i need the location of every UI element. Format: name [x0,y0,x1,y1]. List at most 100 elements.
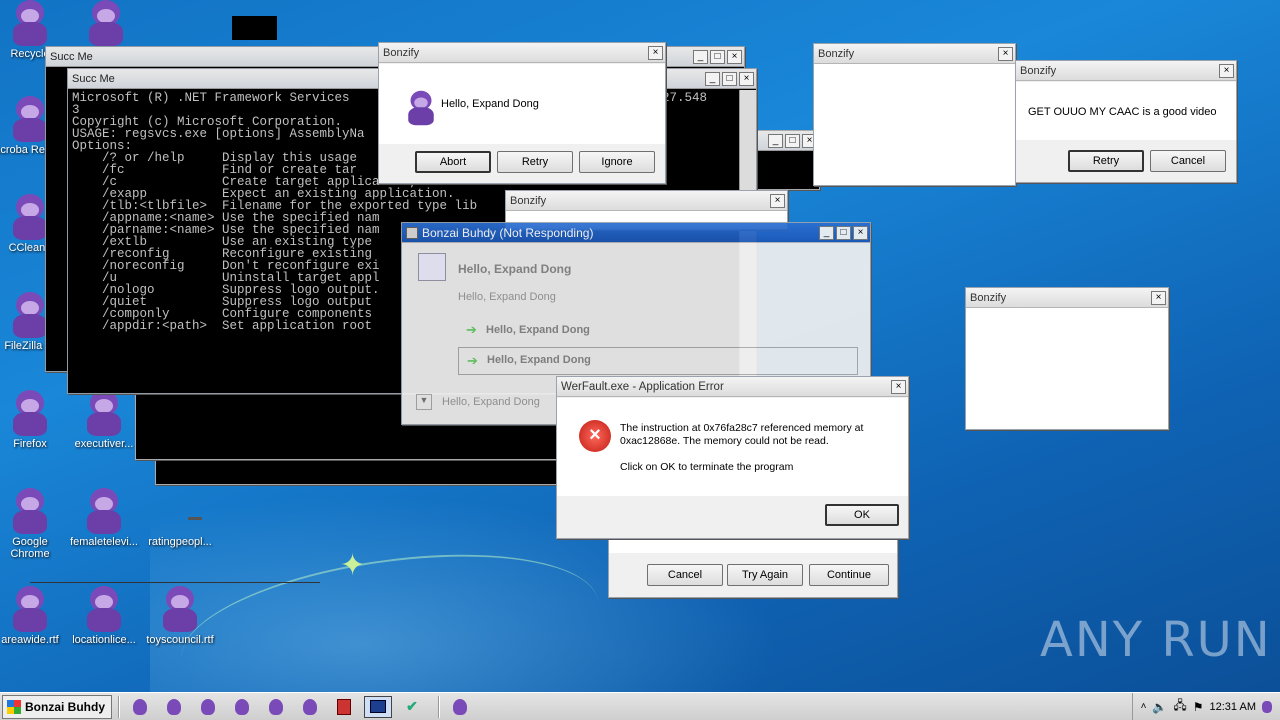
document-icon [337,698,351,715]
maximize-button[interactable]: □ [785,133,800,148]
start-button[interactable]: Bonzai Buhdy [2,694,112,719]
desktop-icon-firefox[interactable]: Firefox [0,390,68,450]
minimize-button[interactable]: _ [705,71,720,86]
cancel-button[interactable]: Cancel [647,564,723,586]
window-titlebar[interactable]: Bonzify × [506,191,787,211]
close-button[interactable]: × [1219,63,1234,78]
command-link-1[interactable]: ➔ Hello, Expand Dong [460,319,858,343]
window-big-icon [418,253,446,281]
taskbar-app-10[interactable] [446,696,474,718]
windows-flag-icon [7,699,21,714]
window-titlebar[interactable]: Bonzify × [1016,61,1236,81]
dialog-message: GET OUUO MY CAAC is a good video [1028,106,1217,118]
command-link-label: Hello, Expand Dong [487,354,591,366]
clock[interactable]: 12:31 AM [1210,701,1256,713]
start-label: Bonzai Buhdy [25,699,105,714]
taskbar-app-9[interactable]: ✔ [398,696,426,718]
taskbar-app-1[interactable] [126,696,154,718]
tray-chevron-icon[interactable]: ˄ [1141,701,1147,712]
system-tray: ˄ 🔈 🖧 ⚑ 12:31 AM [1131,693,1280,720]
chevron-down-icon: ▼ [416,394,432,410]
dialog-message: Hello, Expand Dong [441,98,539,110]
window-title: Bonzify [383,46,420,59]
gorilla-icon [10,488,50,534]
window-title: Bonzify [970,291,1007,304]
gorilla-icon[interactable] [1262,700,1272,713]
continue-button[interactable]: Continue [809,564,889,586]
try-again-button[interactable]: Try Again [727,564,803,586]
gorilla-icon [84,586,124,632]
gorilla-icon [10,586,50,632]
anyrun-watermark: ANY RUN [1040,612,1272,668]
retry-button[interactable]: Retry [497,151,573,173]
bonzify-dialog-blank-right[interactable]: Bonzify × [965,287,1169,430]
gorilla-icon [303,698,317,715]
close-button[interactable]: × [770,193,785,208]
taskbar-app-4[interactable] [228,696,256,718]
gorilla-icon [84,390,124,436]
taskbar-separator [438,695,440,718]
minimize-button[interactable]: _ [693,49,708,64]
desktop-icon-executiver[interactable]: executiver... [66,390,142,450]
desktop-icon-label: executiver... [74,438,134,450]
desktop-icon-locationlice[interactable]: locationlice... [66,586,142,646]
taskbar-app-6[interactable] [296,696,324,718]
taskbar-app-8[interactable] [364,695,392,718]
task-subtext: Hello, Expand Dong [458,291,556,303]
window-titlebar[interactable]: Bonzai Buhdy (Not Responding) _ □ × [402,223,870,243]
ignore-button[interactable]: Ignore [579,151,655,173]
abort-button[interactable]: Abort [415,151,491,173]
window-titlebar[interactable]: WerFault.exe - Application Error × [557,377,908,397]
window-title: Bonzify [510,194,547,207]
bonzify-dialog-abort[interactable]: Bonzify × Hello, Expand Dong Abort Retry… [378,42,666,184]
gorilla-icon [10,0,50,46]
taskbar-app-2[interactable] [160,696,188,718]
maximize-button[interactable]: □ [710,49,725,64]
desktop-icon-toyscouncil[interactable]: toyscouncil.rtf [142,586,218,646]
werfault-error-dialog[interactable]: WerFault.exe - Application Error × × The… [556,376,909,539]
close-button[interactable]: × [998,46,1013,61]
desktop-icon-label: locationlice... [72,634,136,646]
close-button[interactable]: × [648,45,663,60]
desktop-icon-femaletelevi[interactable]: femaletelevi... [66,488,142,548]
window-title: Bonzify [1020,64,1057,77]
network-icon[interactable]: 🖧 [1173,696,1186,717]
close-button[interactable]: × [727,49,742,64]
cancel-button[interactable]: Cancel [1150,150,1226,172]
desktop-icon-label: Firefox [13,438,47,450]
error-icon: × [579,420,611,452]
monitor-icon [370,700,386,713]
volume-icon[interactable]: 🔈 [1152,700,1167,714]
taskbar-app-3[interactable] [194,696,222,718]
gorilla-icon [160,586,200,632]
maximize-button[interactable]: □ [722,71,737,86]
task-heading: Hello, Expand Dong [458,262,572,276]
close-button[interactable]: × [853,225,868,240]
desktop-icon-chrome[interactable]: Google Chrome [0,488,68,560]
bonzify-dialog-video[interactable]: Bonzify × GET OUUO MY CAAC is a good vid… [1015,60,1237,183]
taskbar-separator [118,695,120,718]
desktop-icon-areawide[interactable]: areawide.rtf [0,586,68,646]
window-titlebar[interactable]: Bonzify × [966,288,1168,308]
taskbar-app-5[interactable] [262,696,290,718]
close-button[interactable]: × [739,71,754,86]
gorilla-icon [269,698,283,715]
close-button[interactable]: × [1151,290,1166,305]
flag-tray-icon[interactable]: ⚑ [1193,700,1204,714]
close-button[interactable]: × [891,379,906,394]
retry-button[interactable]: Retry [1068,150,1144,172]
window-titlebar[interactable]: Bonzify × [814,44,1015,64]
desktop-icon-ratingpeopl[interactable]: ratingpeopl... [142,488,218,548]
minimize-button[interactable]: _ [819,225,834,240]
minimize-button[interactable]: _ [768,133,783,148]
ok-button[interactable]: OK [825,504,899,526]
maximize-button[interactable]: □ [836,225,851,240]
bonzify-dialog-blank-top[interactable]: Bonzify × [813,43,1016,186]
command-link-2[interactable]: ➔ Hello, Expand Dong [458,347,858,375]
gorilla-icon [10,96,50,142]
gorilla-icon [133,698,147,715]
arrow-right-icon: ➔ [466,322,477,337]
taskbar-app-7[interactable] [330,696,358,718]
desktop-icon-gorilla-top[interactable] [68,0,144,48]
window-titlebar[interactable]: Bonzify × [379,43,665,63]
